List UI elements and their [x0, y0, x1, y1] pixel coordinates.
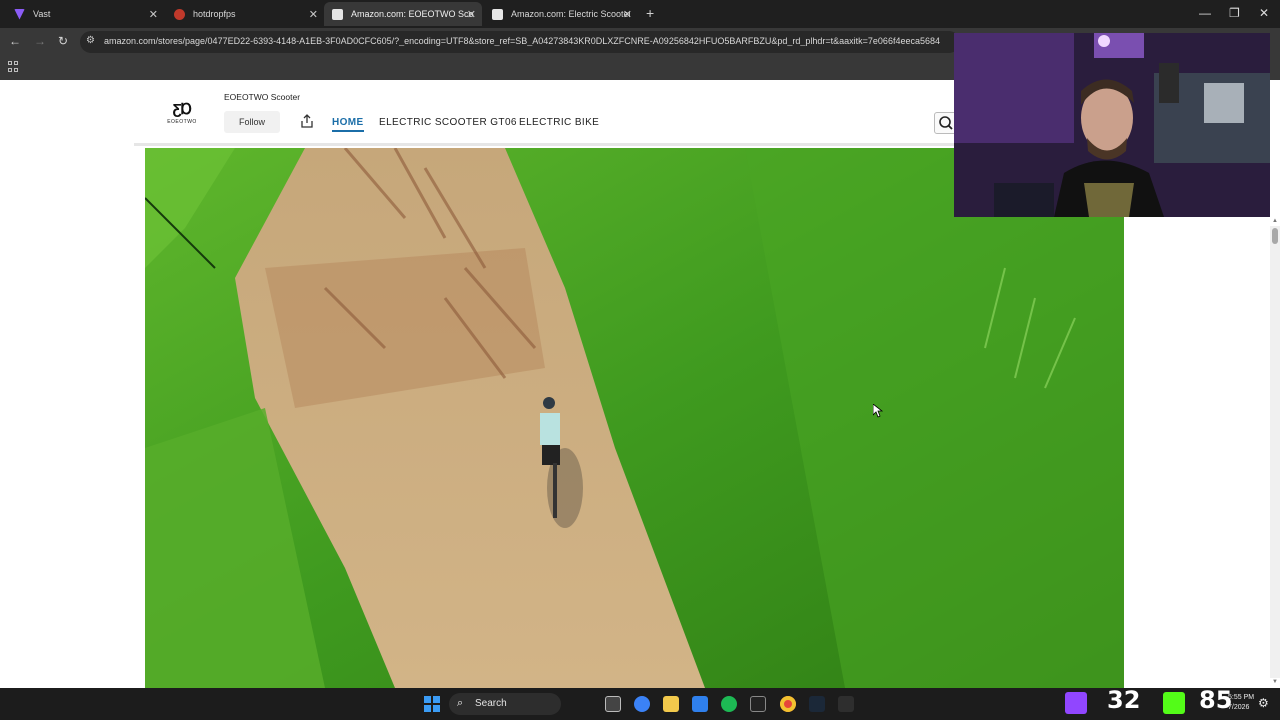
scrollbar-thumb[interactable] [1272, 228, 1278, 244]
taskbar-search-box[interactable]: ⌕ Search [449, 693, 561, 715]
close-window-icon[interactable]: ✕ [1259, 6, 1269, 20]
pen-app-icon[interactable] [838, 696, 854, 712]
apps-grid-icon[interactable] [8, 61, 19, 72]
steam-icon[interactable] [809, 696, 825, 712]
hero-banner-image[interactable] [145, 148, 1124, 688]
tab-hotdropfps[interactable]: hotdropfps ✕ [166, 4, 324, 24]
task-view-icon[interactable] [605, 696, 621, 712]
tab-title: hotdropfps [193, 9, 236, 19]
logo-wordmark: EOEOTWO [167, 119, 197, 125]
windows-taskbar: ⌕ Search 5:55 PM 7/2026 ⚙ [0, 688, 1280, 720]
brand-logo[interactable]: ƸⱰ EOEOTWO [164, 102, 200, 125]
spotify-icon[interactable] [721, 696, 737, 712]
nav-electric-bike[interactable]: ELECTRIC BIKE [519, 117, 599, 128]
page-scrollbar[interactable] [1270, 226, 1280, 678]
streamer-webcam-image [954, 33, 1270, 217]
copilot-icon[interactable] [634, 696, 650, 712]
tab-amazon-electric-scooter[interactable]: Amazon.com: Electric Scooter ✕ [484, 4, 638, 24]
viewer-count-twitch: 32 [1107, 686, 1141, 714]
url-text[interactable]: amazon.com/stores/page/0477ED22-6393-414… [104, 36, 954, 46]
minimize-icon[interactable]: — [1199, 6, 1211, 20]
close-tab-icon[interactable]: ✕ [309, 8, 318, 21]
site-info-icon[interactable]: ⚙ [86, 35, 95, 46]
address-bar[interactable]: ⚙ amazon.com/stores/page/0477ED22-6393-4… [80, 31, 960, 53]
store-name[interactable]: EOEOTWO Scooter [224, 92, 300, 102]
nav-electric-scooter-gt06[interactable]: ELECTRIC SCOOTER GT06 [379, 117, 517, 128]
tab-title: Vast [33, 9, 51, 19]
follow-button[interactable]: Follow [224, 111, 280, 133]
new-tab-icon[interactable]: + [646, 5, 654, 21]
file-explorer-icon[interactable] [663, 696, 679, 712]
reload-icon[interactable]: ↻ [58, 34, 68, 48]
close-tab-icon[interactable]: ✕ [467, 8, 476, 21]
scroll-down-icon[interactable]: ▼ [1272, 679, 1278, 685]
restore-icon[interactable]: ❐ [1229, 6, 1240, 20]
hotdropfps-favicon-icon [174, 8, 185, 20]
taskbar-search-label: Search [475, 698, 507, 709]
amazon-favicon-icon [492, 8, 503, 20]
arrow-left-icon[interactable]: ← [9, 34, 21, 48]
chrome-icon[interactable] [780, 696, 796, 712]
tab-title: Amazon.com: Electric Scooter [511, 9, 630, 19]
aerial-trail-illustration [145, 148, 1124, 688]
vast-favicon-icon [14, 8, 25, 20]
settings-gear-icon[interactable]: ⚙ [1258, 696, 1269, 710]
share-icon[interactable] [300, 114, 314, 128]
tab-vast[interactable]: Vast ✕ [6, 4, 164, 24]
close-tab-icon[interactable]: ✕ [149, 8, 158, 21]
browser-tab-strip: Vast ✕ hotdropfps ✕ Amazon.com: EOEOTWO … [0, 0, 1280, 28]
close-tab-icon[interactable]: ✕ [623, 8, 632, 21]
webcam-overlay [954, 33, 1270, 217]
notepad-icon[interactable] [692, 696, 708, 712]
viewer-count-kick: 85 [1199, 686, 1233, 714]
nav-home[interactable]: HOME [332, 117, 364, 132]
logo-mark: ƸⱰ [172, 101, 193, 118]
scroll-up-icon[interactable]: ▲ [1272, 218, 1278, 224]
twitch-icon[interactable] [1065, 692, 1087, 714]
windows-start-icon[interactable] [424, 696, 440, 712]
tab-amazon-eoeotwo[interactable]: Amazon.com: EOEOTWO Scoot ✕ [324, 2, 482, 26]
search-icon: ⌕ [457, 697, 464, 709]
hud-fx-icon[interactable] [750, 696, 766, 712]
mouse-cursor-icon [873, 404, 883, 418]
amazon-favicon-icon [332, 8, 343, 20]
arrow-right-icon[interactable]: → [34, 34, 46, 48]
kick-icon[interactable] [1163, 692, 1185, 714]
tab-title: Amazon.com: EOEOTWO Scoot [351, 9, 474, 19]
